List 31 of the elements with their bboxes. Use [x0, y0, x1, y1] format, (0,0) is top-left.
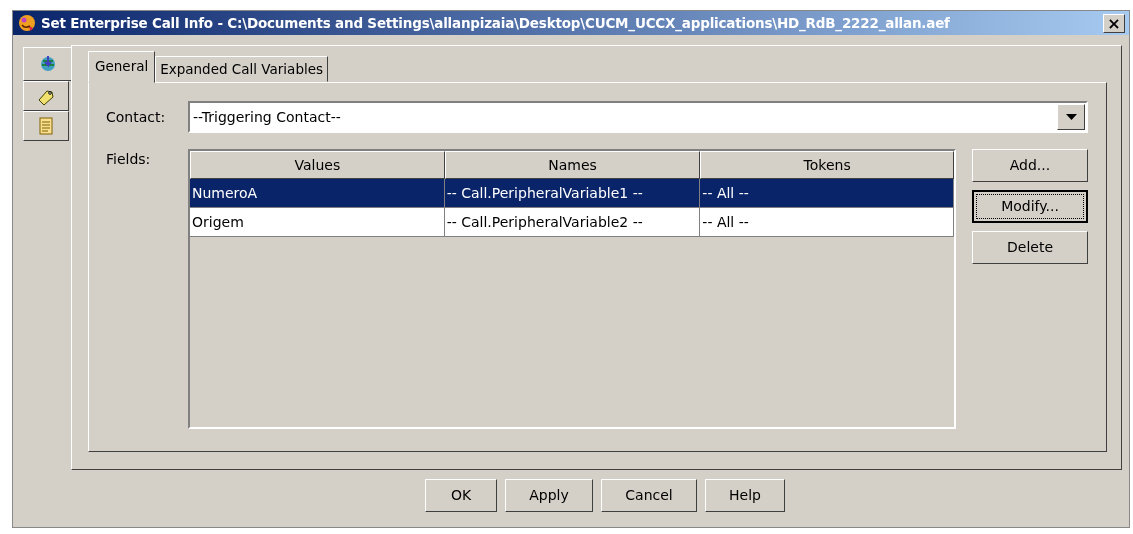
column-header[interactable]: Tokens	[700, 151, 954, 179]
action-button[interactable]: Delete	[972, 231, 1088, 264]
table-cell: -- All --	[700, 208, 954, 237]
contact-dropdown[interactable]: --Triggering Contact--	[188, 101, 1088, 133]
action-button[interactable]: Modify...	[972, 190, 1088, 223]
contact-label: Contact:	[106, 107, 167, 127]
table-cell: Origem	[190, 208, 445, 237]
app-icon	[17, 13, 37, 33]
side-tab[interactable]	[23, 81, 69, 111]
note-icon	[36, 116, 56, 136]
tab[interactable]: General	[88, 50, 156, 83]
dialog-button[interactable]: Cancel	[601, 479, 697, 512]
dialog-button[interactable]: OK	[425, 479, 497, 512]
table-row[interactable]: Origem -- Call.PeripheralVariable2 -- -- All --	[190, 208, 954, 237]
close-button[interactable]: ×	[1103, 13, 1125, 33]
table-row[interactable]: NumeroA -- Call.PeripheralVariable1 -- -- All --	[190, 179, 954, 208]
side-tab[interactable]	[23, 111, 69, 141]
table-cell: -- All --	[700, 179, 954, 208]
dialog-button[interactable]: Apply	[505, 479, 593, 512]
fields-label: Fields:	[106, 150, 152, 169]
dropdown-arrow-icon	[1065, 114, 1077, 120]
side-tab[interactable]	[23, 47, 71, 81]
column-header[interactable]: Values	[190, 151, 445, 179]
action-button[interactable]: Add...	[972, 149, 1088, 182]
column-header[interactable]: Names	[444, 151, 701, 179]
tab[interactable]: Expanded Call Variables	[155, 55, 329, 82]
window-title: Set Enterprise Call Info - C:\Documents and Settings\allanpizaia\Desktop\CUCM_UCCX_applications\HD_RdB_2222_allan.aef	[41, 13, 950, 34]
dialog-button[interactable]: Help	[705, 479, 785, 512]
table-cell: NumeroA	[190, 179, 445, 208]
table-cell: -- Call.PeripheralVariable2 --	[444, 208, 701, 237]
table-cell: -- Call.PeripheralVariable1 --	[444, 179, 701, 208]
